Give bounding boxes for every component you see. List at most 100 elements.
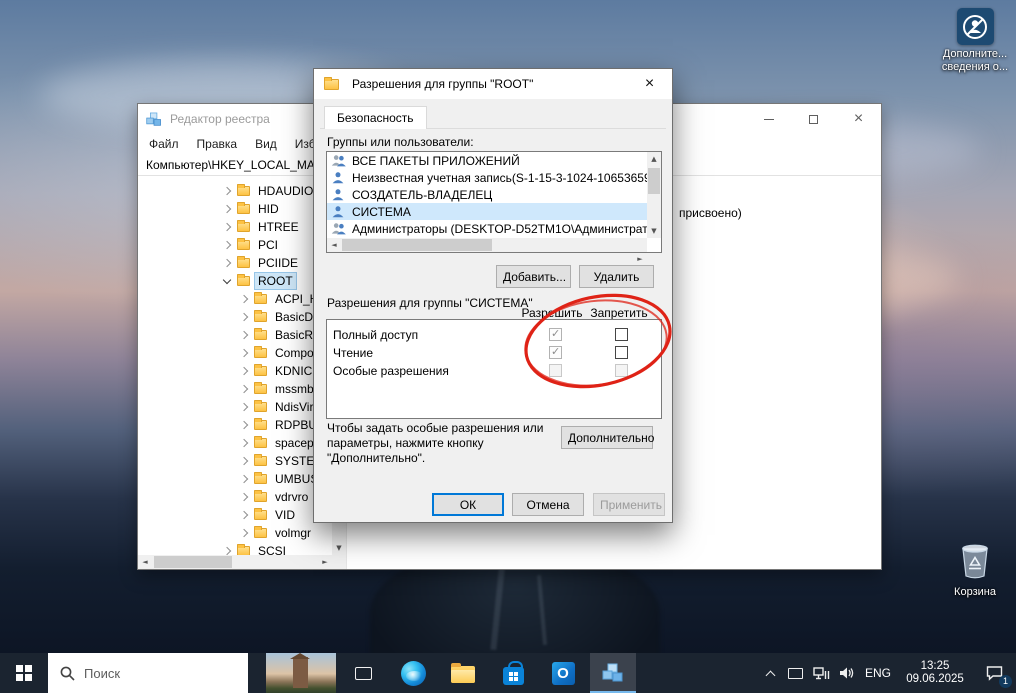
advanced-button[interactable]: Дополнительно [561, 426, 653, 449]
chevron-icon[interactable] [240, 349, 248, 357]
tree-item[interactable]: HID [138, 200, 332, 218]
tray-display-button[interactable] [782, 653, 808, 693]
groups-horizontal-scrollbar[interactable] [327, 238, 647, 252]
apply-button[interactable]: Применить [593, 493, 665, 516]
cancel-button[interactable]: Отмена [512, 493, 584, 516]
tree-item[interactable]: HTREE [138, 218, 332, 236]
add-button[interactable]: Добавить... [496, 265, 571, 288]
taskbar-store-button[interactable] [490, 653, 536, 693]
group-list-item[interactable]: Администраторы (DESKTOP-D52TM1O\Админист… [327, 220, 647, 237]
chevron-icon[interactable] [240, 313, 248, 321]
folder-icon [254, 366, 267, 376]
chevron-icon[interactable] [240, 421, 248, 429]
tree-item[interactable]: mssmb [138, 380, 332, 398]
allow-checkbox[interactable] [549, 328, 562, 341]
tree-item[interactable]: BasicRe [138, 326, 332, 344]
groups-vertical-scrollbar[interactable] [647, 152, 661, 238]
tree-item[interactable]: spacep [138, 434, 332, 452]
dialog-close-button[interactable] [627, 69, 672, 99]
tree-item[interactable]: ROOT [138, 272, 332, 290]
scroll-left-icon[interactable] [138, 555, 152, 569]
taskbar-clock[interactable]: 13:25 09.06.2025 [896, 653, 974, 693]
chevron-icon[interactable] [240, 511, 248, 519]
desktop-icon-info[interactable]: Дополните... сведения о... [940, 8, 1010, 74]
allow-checkbox[interactable] [549, 346, 562, 359]
scrollbar-thumb[interactable] [648, 168, 660, 194]
group-list-item[interactable]: ВСЕ ПАКЕТЫ ПРИЛОЖЕНИЙ [327, 152, 647, 169]
chevron-icon[interactable] [223, 241, 231, 249]
group-list-item[interactable]: СИСТЕМА [327, 203, 647, 220]
chevron-icon[interactable] [240, 457, 248, 465]
scroll-up-icon[interactable] [647, 152, 661, 166]
language-indicator[interactable]: ENG [860, 653, 896, 693]
tree-item[interactable]: VID [138, 506, 332, 524]
tree-item[interactable]: NdisVir [138, 398, 332, 416]
dialog-titlebar[interactable]: Разрешения для группы "ROOT" [314, 69, 672, 99]
chevron-icon[interactable] [240, 493, 248, 501]
deny-checkbox[interactable] [615, 328, 628, 341]
tray-volume-button[interactable] [834, 653, 860, 693]
tree-item[interactable]: KDNIC [138, 362, 332, 380]
remove-button[interactable]: Удалить [579, 265, 654, 288]
chevron-icon[interactable] [240, 367, 248, 375]
tree-horizontal-scrollbar[interactable] [138, 555, 332, 569]
taskbar-search-box[interactable]: Поиск [48, 653, 248, 693]
scroll-down-icon[interactable] [647, 224, 661, 238]
scroll-down-icon[interactable] [332, 541, 346, 555]
tree-item[interactable]: ACPI_H [138, 290, 332, 308]
scrollbar-thumb[interactable] [154, 556, 232, 568]
start-button[interactable] [0, 653, 48, 693]
group-list-item[interactable]: СОЗДАТЕЛЬ-ВЛАДЕЛЕЦ [327, 186, 647, 203]
menu-file[interactable]: Файл [140, 137, 188, 151]
minimize-button[interactable] [746, 104, 791, 134]
taskbar-image-widget[interactable] [266, 653, 336, 693]
chevron-icon[interactable] [223, 259, 231, 267]
tree-item[interactable]: SYSTEM [138, 452, 332, 470]
chevron-icon[interactable] [240, 439, 248, 447]
chevron-icon[interactable] [223, 223, 231, 231]
tree-item[interactable]: PCI [138, 236, 332, 254]
tree-item[interactable]: HDAUDIO [138, 182, 332, 200]
menu-edit[interactable]: Правка [188, 137, 247, 151]
chevron-icon[interactable] [240, 295, 248, 303]
taskbar-outlook-button[interactable] [540, 653, 586, 693]
chevron-icon[interactable] [223, 547, 231, 555]
action-center-button[interactable]: 1 [974, 653, 1016, 693]
scroll-left-icon[interactable] [327, 238, 341, 252]
chevron-icon[interactable] [240, 331, 248, 339]
scroll-right-icon[interactable] [318, 555, 332, 569]
chevron-icon[interactable] [240, 403, 248, 411]
tree-item[interactable]: RDPBU [138, 416, 332, 434]
taskbar-task-view-button[interactable] [340, 653, 386, 693]
tree-item[interactable]: BasicDi [138, 308, 332, 326]
close-button[interactable] [836, 104, 881, 134]
tree-item[interactable]: Compo [138, 344, 332, 362]
chevron-icon[interactable] [223, 275, 231, 283]
deny-checkbox[interactable] [615, 346, 628, 359]
hidden-icons-button[interactable] [758, 653, 782, 693]
group-list-item[interactable]: Неизвестная учетная запись(S-1-15-3-1024… [327, 169, 647, 186]
tree-item[interactable]: volmgr [138, 524, 332, 542]
chevron-icon[interactable] [223, 187, 231, 195]
desktop-icon-recycle-bin[interactable]: Корзина [940, 540, 1010, 599]
taskbar-registry-editor-button[interactable] [590, 653, 636, 693]
scroll-right-icon[interactable] [633, 252, 647, 266]
taskbar-file-explorer-button[interactable] [440, 653, 486, 693]
allow-checkbox[interactable] [549, 364, 562, 377]
chevron-icon[interactable] [240, 529, 248, 537]
tree-item[interactable]: PCIIDE [138, 254, 332, 272]
chevron-icon[interactable] [223, 205, 231, 213]
deny-checkbox[interactable] [615, 364, 628, 377]
chevron-icon[interactable] [240, 385, 248, 393]
tab-security[interactable]: Безопасность [324, 106, 427, 129]
tree-item[interactable]: SCSI [138, 542, 332, 555]
tree-item[interactable]: vdrvro [138, 488, 332, 506]
ok-button[interactable]: ОК [432, 493, 504, 516]
maximize-button[interactable] [791, 104, 836, 134]
tree-item[interactable]: UMBUS [138, 470, 332, 488]
taskbar-edge-button[interactable] [390, 653, 436, 693]
tray-network-button[interactable] [808, 653, 834, 693]
menu-view[interactable]: Вид [246, 137, 286, 151]
scrollbar-thumb[interactable] [342, 239, 492, 251]
chevron-icon[interactable] [240, 475, 248, 483]
